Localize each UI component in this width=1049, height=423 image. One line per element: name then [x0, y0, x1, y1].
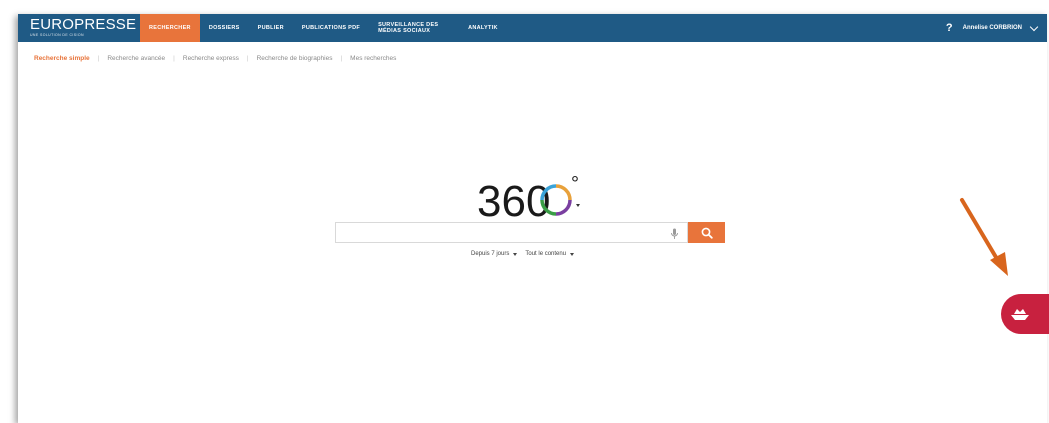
microphone-icon[interactable] — [670, 228, 679, 240]
nav-rechercher[interactable]: RECHERCHER — [140, 14, 200, 42]
tab-recherche-avancee[interactable]: Recherche avancée — [107, 55, 165, 62]
help-icon[interactable]: ? — [946, 22, 953, 34]
content-dropdown[interactable]: Tout le contenu — [525, 251, 575, 257]
europresse-logo[interactable]: EUROPRESSE UNE SOLUTION DE CISION — [18, 14, 140, 42]
nav-dossiers[interactable]: DOSSIERS — [200, 14, 249, 42]
user-name[interactable]: Annelise CORBRION — [963, 25, 1022, 31]
content-value: Tout le contenu — [525, 251, 567, 257]
search-icon — [701, 227, 713, 239]
caret-down-icon — [513, 252, 518, 256]
nav-analytik[interactable]: ANALYTIK — [459, 14, 507, 42]
boat-widget-button[interactable] — [1001, 294, 1049, 334]
search-filters: Depuis 7 jours Tout le contenu — [471, 251, 582, 257]
tab-recherche-simple[interactable]: Recherche simple — [34, 55, 90, 62]
logo-caret-icon[interactable] — [576, 204, 580, 207]
tab-recherche-express[interactable]: Recherche express — [183, 55, 239, 62]
logo-360[interactable]: 360 ° — [475, 172, 595, 222]
orange-arrow-annotation — [960, 198, 1008, 276]
tab-recherche-biographies[interactable]: Recherche de biographies — [257, 55, 333, 62]
search-button[interactable] — [688, 222, 725, 243]
logo-degree-symbol: ° — [571, 173, 579, 195]
caret-down-icon — [570, 252, 575, 256]
logo-360-digits: 360 — [477, 177, 550, 222]
chevron-down-icon[interactable] — [1029, 22, 1039, 31]
subnav-divider: | — [173, 55, 175, 62]
subnav-divider: | — [340, 55, 343, 62]
subnav-divider: | — [97, 55, 100, 62]
nav-publier[interactable]: PUBLIER — [249, 14, 293, 42]
period-dropdown[interactable]: Depuis 7 jours — [471, 251, 518, 257]
nav-publications-pdf[interactable]: PUBLICATIONS PDF — [293, 14, 369, 42]
top-navigation-bar: EUROPRESSE UNE SOLUTION DE CISION RECHER… — [18, 14, 1047, 42]
main-nav: RECHERCHER DOSSIERS PUBLIER PUBLICATIONS… — [140, 14, 507, 42]
search-input[interactable] — [335, 222, 688, 243]
search-subnav: Recherche simple | Recherche avancée | R… — [34, 55, 396, 62]
user-area: ? Annelise CORBRION — [946, 14, 1047, 42]
nav-surveillance-medias-sociaux[interactable]: SURVEILLANCE DES MÉDIAS SOCIAUX — [369, 14, 459, 42]
subnav-divider: | — [246, 55, 249, 62]
boat-icon — [1011, 309, 1029, 320]
brand-tagline: UNE SOLUTION DE CISION — [30, 33, 84, 37]
period-value: Depuis 7 jours — [471, 251, 510, 257]
brand-name: EUROPRESSE — [30, 16, 137, 33]
browser-frame: EUROPRESSE UNE SOLUTION DE CISION RECHER… — [18, 14, 1047, 423]
tab-mes-recherches[interactable]: Mes recherches — [350, 55, 396, 62]
